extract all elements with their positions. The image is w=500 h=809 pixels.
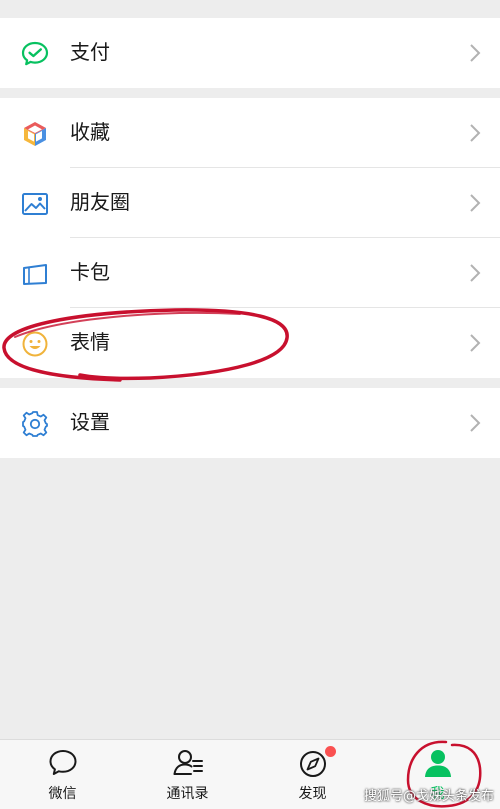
chevron-right-icon [470, 334, 481, 352]
menu-item-settings-label: 设置 [70, 410, 110, 434]
card-wallet-icon [23, 264, 47, 285]
smiley-face-icon [22, 331, 48, 357]
menu-item-stickers[interactable]: 表情 [0, 308, 500, 377]
content-group: 收藏 朋友圈 卡包 表情 [0, 98, 500, 378]
menu-item-moments-label: 朋友圈 [70, 190, 130, 214]
menu-item-settings[interactable]: 设置 [0, 388, 500, 457]
menu-item-pay-label: 支付 [70, 40, 110, 64]
person-icon [425, 750, 451, 777]
menu-item-favorites[interactable]: 收藏 [0, 98, 500, 167]
menu-item-stickers-label: 表情 [70, 330, 110, 354]
menu-item-moments[interactable]: 朋友圈 [0, 168, 500, 237]
contacts-icon [173, 750, 203, 775]
settings-group: 设置 [0, 388, 500, 458]
tab-contacts-label: 通讯录 [166, 786, 209, 802]
menu-item-favorites-label: 收藏 [70, 120, 110, 144]
tab-contacts[interactable]: 通讯录 [125, 740, 250, 809]
menu-item-cards[interactable]: 卡包 [0, 238, 500, 307]
wechat-pay-icon [21, 41, 49, 66]
moments-picture-icon [22, 193, 48, 215]
gear-icon [22, 411, 48, 437]
menu-item-cards-label: 卡包 [70, 260, 110, 284]
favorites-cube-icon [24, 122, 46, 146]
chevron-right-icon [470, 194, 481, 212]
chevron-right-icon [470, 264, 481, 282]
menu-item-pay[interactable]: 支付 [0, 18, 500, 87]
pay-group: 支付 [0, 18, 500, 88]
tab-chats[interactable]: 微信 [0, 740, 125, 809]
notification-badge [325, 746, 336, 757]
chat-bubble-icon [49, 750, 77, 775]
tab-chats-label: 微信 [48, 786, 77, 802]
tab-discover[interactable]: 发现 [250, 740, 375, 809]
watermark-text: 搜狐号@戈姊头条发布 [363, 789, 494, 804]
chevron-right-icon [470, 414, 481, 432]
chevron-right-icon [470, 124, 481, 142]
chevron-right-icon [470, 44, 481, 62]
tab-discover-label: 发现 [298, 786, 327, 802]
